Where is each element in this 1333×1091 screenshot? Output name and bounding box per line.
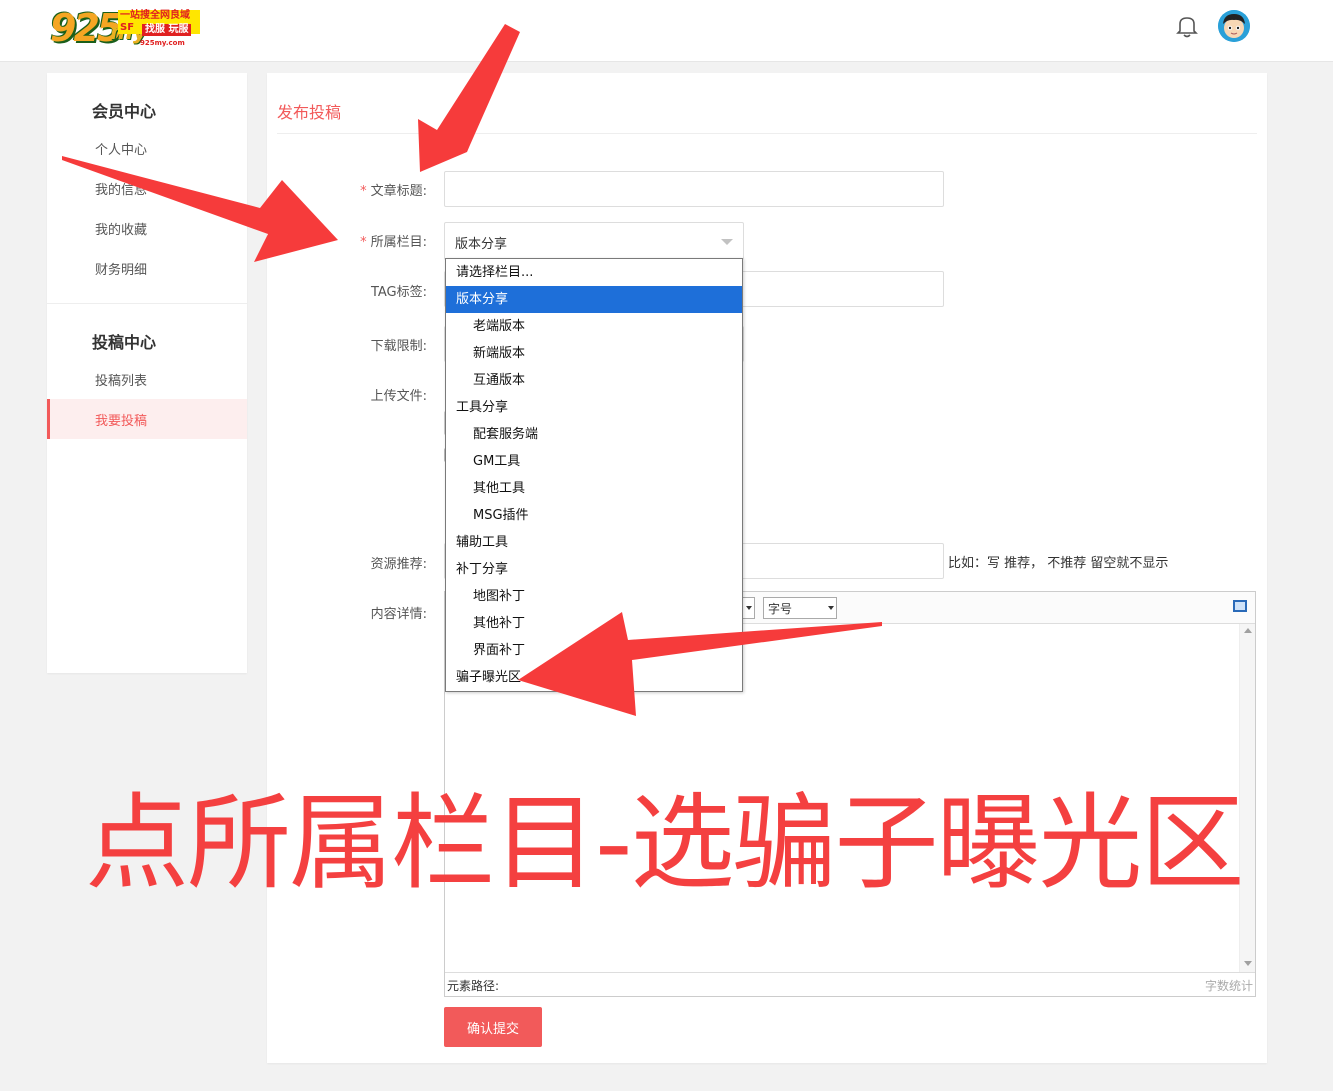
download-limit-label: 下载限制: (370, 339, 427, 354)
required-mark: * (360, 184, 367, 199)
category-label: * 所属栏目: (360, 231, 427, 250)
word-count: 字数统计 (1204, 979, 1253, 993)
dropdown-option[interactable]: 请选择栏目... (446, 259, 742, 286)
dropdown-option[interactable]: 老端版本 (446, 313, 742, 340)
site-logo[interactable]: 925 my 一站搜全网良域SF 找服 玩服 925my.com (50, 8, 200, 52)
sidebar-item-finance[interactable]: 财务明细 (95, 259, 147, 278)
dropdown-option[interactable]: 新端版本 (446, 340, 742, 367)
dropdown-option[interactable]: MSG插件 (446, 502, 742, 529)
content-label: 内容详情: (370, 607, 427, 622)
chevron-down-icon (721, 239, 733, 245)
dropdown-option[interactable]: 地图补丁 (446, 583, 742, 610)
category-label-text: 所属栏目: (370, 235, 427, 250)
dropdown-option[interactable]: 互通版本 (446, 367, 742, 394)
sidebar-section-submission: 投稿中心 (92, 333, 157, 352)
title-input[interactable] (444, 171, 944, 207)
dropdown-option[interactable]: 补丁分享 (446, 556, 742, 583)
recommend-hint: 比如：写 推荐， 不推荐 留空就不显示 (948, 556, 1169, 571)
page-title: 发布投稿 (277, 103, 342, 122)
dropdown-option[interactable]: 界面补丁 (446, 637, 742, 664)
sidebar: 会员中心 个人中心 我的信息 我的收藏 财务明细 投稿中心 投稿列表 我要投稿 (47, 73, 247, 673)
dropdown-option[interactable]: 其他工具 (446, 475, 742, 502)
main-panel: 发布投稿 * 文章标题: * 所属栏目: 版本分享 TAG标签: 下载限制: 上传文… (267, 73, 1267, 1063)
sidebar-item-favorites[interactable]: 我的收藏 (95, 219, 147, 238)
sidebar-item-submission-list[interactable]: 投稿列表 (95, 370, 147, 389)
recommend-label: 资源推荐: (370, 557, 427, 572)
category-select[interactable]: 版本分享 (444, 222, 744, 260)
annotation-caption: 点所属栏目-选骗子曝光区 (85, 782, 1245, 904)
sidebar-item-submit-label: 我要投稿 (95, 414, 148, 429)
logo-url: 925my.com (140, 39, 185, 47)
scroll-up-icon[interactable] (1244, 628, 1252, 633)
dropdown-option-scam-exposure[interactable]: 骗子曝光区 (446, 664, 742, 691)
category-dropdown-list: 请选择栏目... 版本分享 老端版本 新端版本 互通版本 工具分享 配套服务端 … (445, 258, 743, 692)
dropdown-option[interactable]: 配套服务端 (446, 421, 742, 448)
dropdown-option[interactable]: 其他补丁 (446, 610, 742, 637)
bell-icon[interactable] (1176, 14, 1198, 38)
scroll-down-icon[interactable] (1244, 961, 1252, 966)
sidebar-divider (47, 303, 247, 304)
font-size-select-label: 字号 (768, 602, 793, 616)
font-family-select[interactable] (741, 597, 755, 619)
sidebar-section-member: 会员中心 (92, 102, 157, 121)
title-label: * 文章标题: (360, 180, 427, 199)
category-select-value: 版本分享 (455, 237, 508, 252)
logo-slogan-2: 找服 玩服 (142, 24, 192, 36)
dropdown-option[interactable]: 工具分享 (446, 394, 742, 421)
submit-button[interactable]: 确认提交 (444, 1007, 542, 1047)
editor-statusbar: 元素路径: 字数统计 (445, 972, 1255, 996)
required-mark: * (360, 235, 367, 250)
tag-label: TAG标签: (370, 285, 427, 300)
upload-label: 上传文件: (370, 389, 427, 404)
dropdown-option[interactable]: GM工具 (446, 448, 742, 475)
title-divider (277, 133, 1257, 134)
sidebar-item-my-info[interactable]: 我的信息 (95, 179, 147, 198)
dropdown-option-selected[interactable]: 版本分享 (446, 286, 742, 313)
user-avatar[interactable] (1218, 10, 1250, 42)
top-header: 925 my 一站搜全网良域SF 找服 玩服 925my.com (0, 0, 1333, 62)
element-path: 元素路径: (447, 979, 500, 993)
sidebar-item-submit[interactable]: 我要投稿 (47, 399, 247, 439)
title-label-text: 文章标题: (370, 184, 427, 199)
dropdown-option[interactable]: 辅助工具 (446, 529, 742, 556)
sidebar-item-profile[interactable]: 个人中心 (95, 139, 147, 158)
font-size-select[interactable]: 字号 (763, 597, 837, 619)
fullscreen-icon[interactable] (1233, 600, 1247, 612)
